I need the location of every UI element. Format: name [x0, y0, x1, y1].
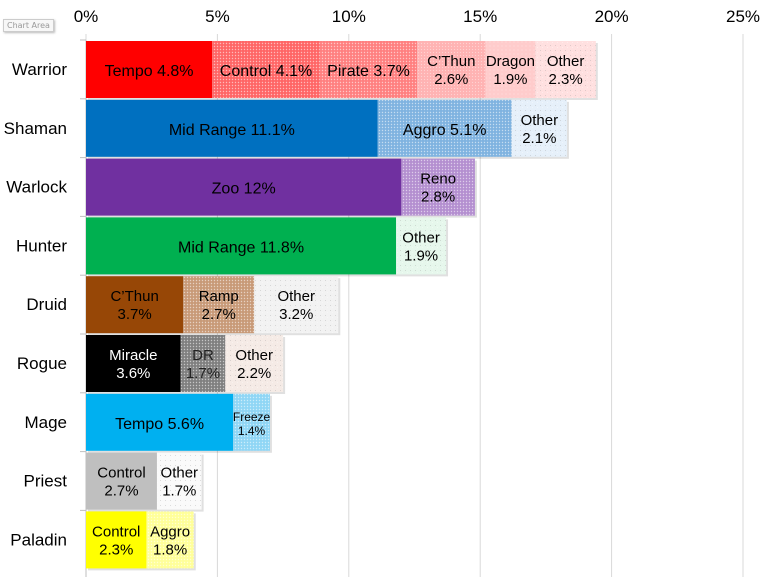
- data-label: Tempo 5.6%: [115, 416, 204, 433]
- data-label: Zoo 12%: [212, 181, 276, 198]
- data-label: Other 2.3%: [547, 53, 585, 88]
- category-label: Warlock: [6, 178, 67, 197]
- x-tick-label: 25%: [726, 7, 760, 26]
- data-label: Freeze 1.4%: [233, 410, 271, 438]
- data-label: Tempo 4.8%: [105, 63, 194, 80]
- category-label: Mage: [24, 413, 67, 432]
- category-label: Hunter: [16, 236, 67, 255]
- data-label: Other 3.2%: [277, 288, 315, 323]
- category-label: Shaman: [4, 119, 67, 138]
- data-label: Control 2.3%: [92, 523, 140, 558]
- x-tick-label: 5%: [205, 7, 230, 26]
- data-label: Aggro 1.8%: [150, 523, 190, 558]
- data-label: Miracle 3.6%: [109, 347, 157, 382]
- category-label: Rogue: [17, 354, 67, 373]
- data-label: Other 2.2%: [235, 347, 273, 382]
- x-tick-label: 20%: [595, 7, 629, 26]
- data-label: Aggro 5.1%: [403, 122, 487, 139]
- data-label: Control 4.1%: [220, 63, 313, 80]
- data-label: Mid Range 11.8%: [178, 239, 304, 256]
- data-label: C’Thun 3.7%: [110, 288, 158, 323]
- x-tick-label: 0%: [74, 7, 99, 26]
- x-tick-label: 15%: [463, 7, 497, 26]
- category-label: Priest: [24, 472, 68, 491]
- category-label: Druid: [26, 295, 67, 314]
- data-label: Reno 2.8%: [420, 171, 456, 206]
- category-label: Paladin: [10, 530, 67, 549]
- data-label: Ramp 2.7%: [199, 288, 239, 323]
- data-label: Mid Range 11.1%: [169, 122, 295, 139]
- data-label: Control 2.7%: [97, 465, 145, 500]
- x-tick-label: 10%: [332, 7, 366, 26]
- category-label: Warrior: [12, 60, 67, 79]
- data-label: C’Thun 2.6%: [427, 53, 475, 88]
- data-label: Other 1.7%: [161, 465, 199, 500]
- data-label: Other 2.1%: [521, 112, 559, 147]
- data-label: Pirate 3.7%: [327, 63, 410, 80]
- stacked-bar-chart: 0% 5% 10% 15% 20% 25% Warrior Tempo 4.8% Control…: [4, 7, 760, 577]
- data-label: Other 1.9%: [402, 229, 440, 264]
